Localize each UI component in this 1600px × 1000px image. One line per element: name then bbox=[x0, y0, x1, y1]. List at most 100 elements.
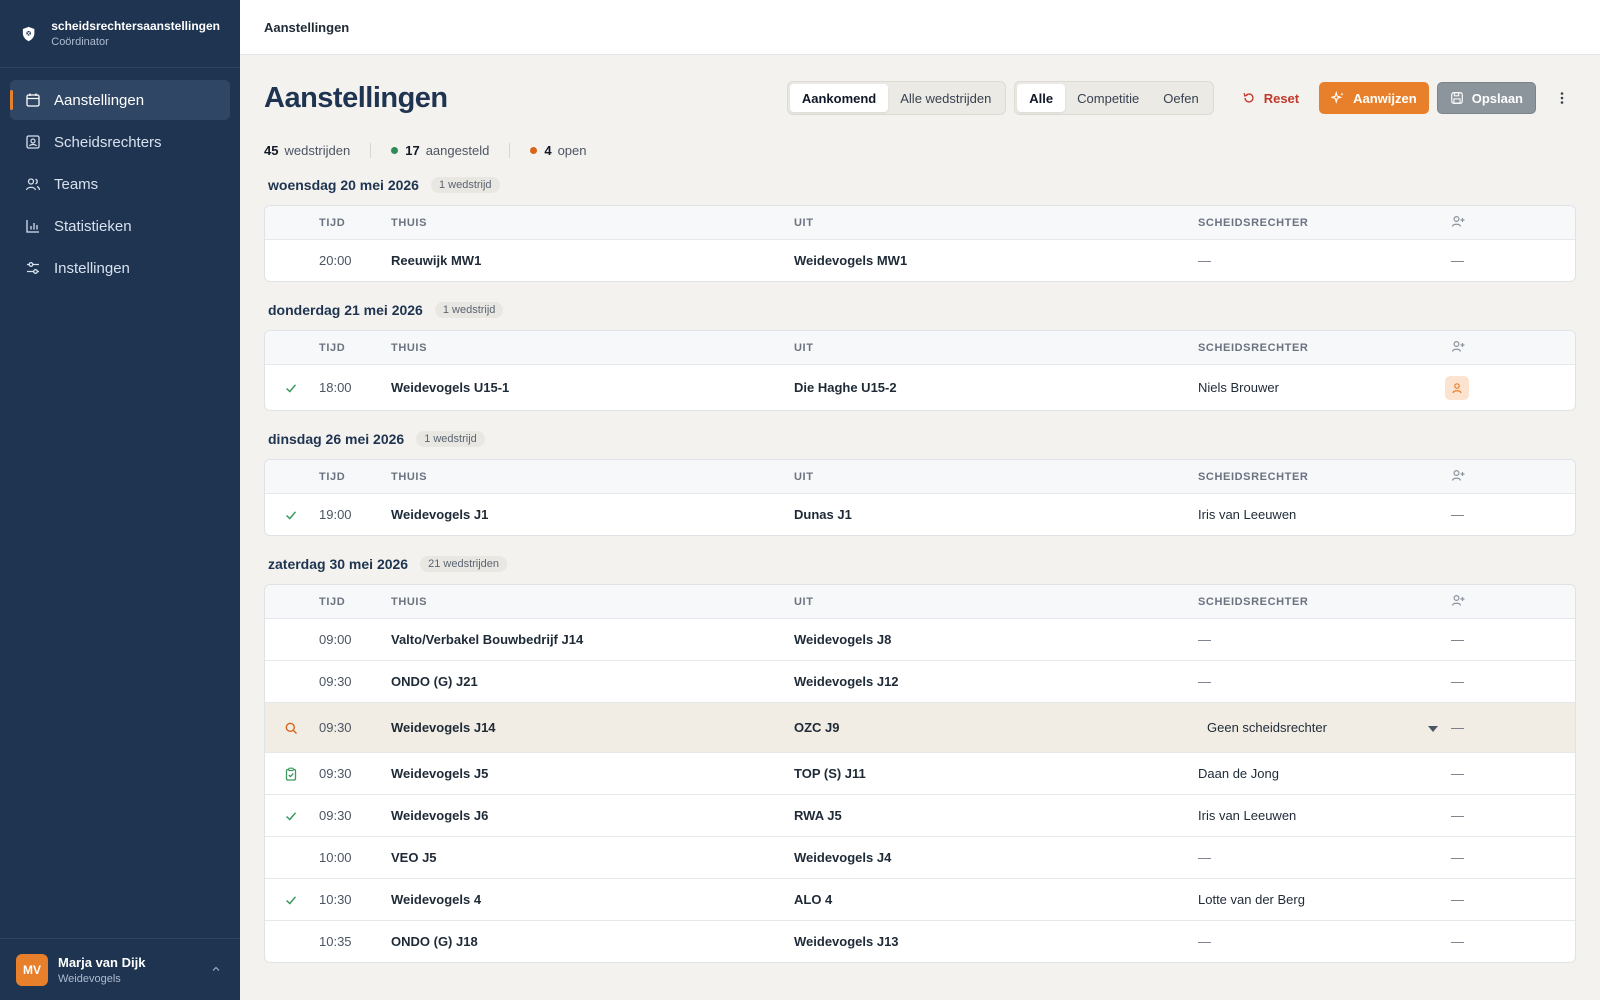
filter-type-competitie[interactable]: Competitie bbox=[1065, 84, 1151, 112]
more-button[interactable] bbox=[1548, 82, 1576, 114]
away-team: RWA J5 bbox=[794, 808, 842, 823]
home-team: VEO J5 bbox=[391, 850, 437, 865]
match-time: 20:00 bbox=[319, 253, 352, 268]
rotate-ccw-icon bbox=[1243, 93, 1254, 103]
match-table: TIJD THUIS UIT SCHEIDSRECHTER 09:00 Valto/Ver… bbox=[264, 584, 1576, 963]
home-team: Weidevogels J1 bbox=[391, 507, 489, 522]
referee-name: — bbox=[1198, 674, 1211, 689]
group-date: zaterdag 30 mei 2026 bbox=[268, 556, 409, 572]
check-icon bbox=[283, 892, 299, 908]
referee-name: — bbox=[1198, 632, 1211, 647]
open-dot bbox=[530, 146, 538, 154]
filter-type-alle[interactable]: Alle bbox=[1017, 84, 1066, 112]
match-time: 18:00 bbox=[319, 380, 352, 395]
referee-name: Iris van Leeuwen bbox=[1198, 808, 1297, 823]
sidebar-item-teams[interactable]: Teams bbox=[10, 164, 230, 204]
stat-total-label: wedstrijden bbox=[284, 142, 351, 158]
sidebar-item-aanstellingen[interactable]: Aanstellingen bbox=[10, 80, 230, 120]
group-count-badge: 1 wedstrijd bbox=[430, 177, 500, 193]
away-team: OZC J9 bbox=[794, 720, 840, 735]
search-icon bbox=[283, 720, 299, 736]
match-time: 09:30 bbox=[319, 766, 352, 781]
referee-name: Iris van Leeuwen bbox=[1198, 507, 1297, 522]
table-row[interactable]: 10:30 Weidevogels 4 ALO 4 Lotte van der Ber… bbox=[265, 878, 1575, 920]
match-groups: woensdag 20 mei 2026 1 wedstrijd TIJD THUIS… bbox=[264, 171, 1576, 963]
stat-total-value: 45 bbox=[264, 142, 279, 158]
table-row[interactable]: 18:00 Weidevogels U15-1 Die Haghe U15-2 Nie… bbox=[265, 364, 1575, 410]
sidebar-item-instellingen[interactable]: Instellingen bbox=[10, 248, 230, 288]
action-placeholder: — bbox=[1451, 850, 1464, 865]
header-away: UIT bbox=[794, 216, 814, 229]
home-team: Weidevogels J6 bbox=[391, 808, 489, 823]
table-row[interactable]: 09:30 Weidevogels J5 TOP (S) J11 Daan de Jo… bbox=[265, 752, 1575, 794]
header-referee: SCHEIDSRECHTER bbox=[1198, 470, 1309, 483]
stat-open: 4 open bbox=[509, 142, 606, 158]
bar-chart-icon bbox=[26, 220, 39, 233]
filter-period-aankomend[interactable]: Aankomend bbox=[789, 84, 889, 112]
shield-logo-icon bbox=[22, 26, 35, 41]
home-team: Reeuwijk MW1 bbox=[391, 253, 482, 268]
away-team: Die Haghe U15-2 bbox=[794, 380, 897, 395]
assign-button[interactable]: Aanwijzen bbox=[1319, 82, 1429, 114]
add-user-icon bbox=[1451, 339, 1465, 356]
stat-open-label: open bbox=[557, 142, 587, 158]
filter-type-oefen[interactable]: Oefen bbox=[1151, 84, 1210, 112]
sidebar-item-label: Instellingen bbox=[54, 259, 130, 277]
sidebar: scheidsrechtersaanstellingen Coördinator… bbox=[0, 0, 240, 1000]
summary-stats: 45 wedstrijden 17 aangesteld 4 open bbox=[264, 135, 1576, 165]
table-row[interactable]: 09:30 ONDO (G) J21 Weidevogels J12 — — bbox=[265, 660, 1575, 702]
header-away: UIT bbox=[794, 341, 814, 354]
save-button[interactable]: Opslaan bbox=[1436, 82, 1536, 114]
action-placeholder: — bbox=[1451, 253, 1464, 268]
stat-assigned-label: aangesteld bbox=[425, 142, 490, 158]
away-team: ALO 4 bbox=[794, 892, 833, 907]
sidebar-item-label: Teams bbox=[54, 175, 99, 193]
match-time: 09:30 bbox=[319, 674, 352, 689]
table-row[interactable]: 09:00 Valto/Verbakel Bouwbedrijf J14 Weide… bbox=[265, 618, 1575, 660]
table-row[interactable]: 10:00 VEO J5 Weidevogels J4 — — bbox=[265, 836, 1575, 878]
match-time: 09:30 bbox=[319, 720, 352, 735]
group-date: donderdag 21 mei 2026 bbox=[268, 302, 423, 318]
header-away: UIT bbox=[794, 470, 814, 483]
main-content: Aanstellingen Aankomend Alle wedstrijden … bbox=[240, 56, 1600, 1000]
group-count-badge: 1 wedstrijd bbox=[416, 431, 485, 447]
filter-period-alle-wedstrijden[interactable]: Alle wedstrijden bbox=[888, 84, 1003, 112]
action-placeholder: — bbox=[1451, 632, 1464, 647]
home-team: Weidevogels U15-1 bbox=[391, 380, 510, 395]
chevron-up-icon[interactable] bbox=[210, 963, 222, 975]
person-icon[interactable] bbox=[1445, 375, 1469, 400]
header-referee: SCHEIDSRECHTER bbox=[1198, 216, 1309, 229]
stat-total: 45 wedstrijden bbox=[264, 143, 370, 158]
period-filter: Aankomend Alle wedstrijden bbox=[786, 81, 1007, 115]
table-row[interactable]: 10:35 ONDO (G) J18 Weidevogels J13 — — bbox=[265, 920, 1575, 962]
referee-name: — bbox=[1198, 934, 1211, 949]
table-row[interactable]: 09:30 Weidevogels J6 RWA J5 Iris van Leeuwe… bbox=[265, 794, 1575, 836]
header-home: THUIS bbox=[391, 341, 427, 354]
table-row[interactable]: 19:00 Weidevogels J1 Dunas J1 Iris van Leeu… bbox=[265, 493, 1575, 535]
match-time: 10:00 bbox=[319, 850, 352, 865]
group-date: woensdag 20 mei 2026 bbox=[268, 177, 419, 193]
page-header: Aanstellingen Aankomend Alle wedstrijden … bbox=[264, 56, 1576, 140]
table-header: TIJD THUIS UIT SCHEIDSRECHTER bbox=[265, 585, 1575, 618]
table-row[interactable]: 09:30 Weidevogels J14 OZC J9 Geen scheidsre… bbox=[265, 702, 1575, 752]
away-team: Weidevogels J8 bbox=[794, 632, 892, 647]
topbar-title: Aanstellingen bbox=[264, 19, 350, 35]
user-menu[interactable]: MV Marja van Dijk Weidevogels bbox=[0, 938, 240, 1000]
home-team: ONDO (G) J21 bbox=[391, 674, 478, 689]
referee-select-value: Geen scheidsrechter bbox=[1207, 720, 1327, 735]
action-placeholder: — bbox=[1451, 892, 1464, 907]
match-table: TIJD THUIS UIT SCHEIDSRECHTER 19:00 Weidevoge… bbox=[264, 459, 1576, 536]
match-time: 10:35 bbox=[319, 934, 352, 949]
referee-select[interactable]: Geen scheidsrechter bbox=[1198, 711, 1438, 745]
check-icon bbox=[283, 808, 299, 824]
referee-name: Niels Brouwer bbox=[1198, 380, 1279, 395]
table-row[interactable]: 20:00 Reeuwijk MW1 Weidevogels MW1 — — bbox=[265, 239, 1575, 281]
action-placeholder: — bbox=[1451, 720, 1464, 735]
stat-open-value: 4 bbox=[544, 142, 552, 158]
match-time: 10:30 bbox=[319, 892, 352, 907]
sidebar-item-statistieken[interactable]: Statistieken bbox=[10, 206, 230, 246]
reset-button[interactable]: Reset bbox=[1230, 82, 1311, 114]
header-time: TIJD bbox=[319, 595, 346, 608]
sidebar-item-scheidsrechters[interactable]: Scheidsrechters bbox=[10, 122, 230, 162]
add-user-icon bbox=[1451, 468, 1465, 485]
